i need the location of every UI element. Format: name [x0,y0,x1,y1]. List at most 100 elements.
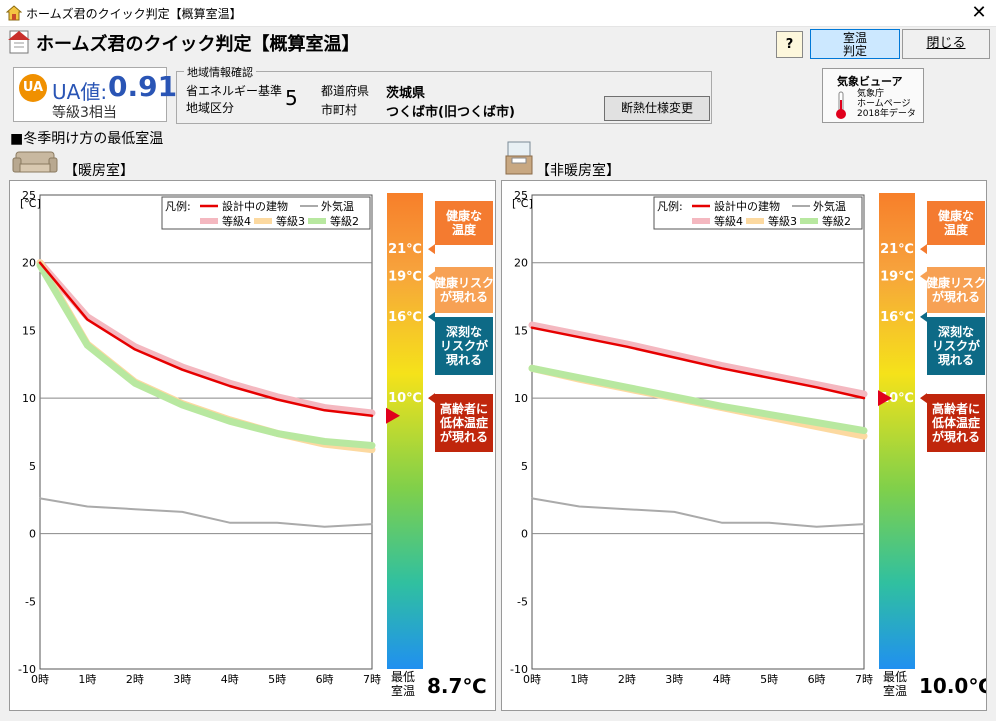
callout-text: 深刻な [938,324,974,339]
min-temp-label-line2: 室温 [391,683,415,698]
temperature-scale-bar [879,193,915,669]
legend-design-label: 設計中の建物 [222,199,288,213]
y-tick-label: -5 [25,595,36,608]
legend-g4-label: 等級4 [714,214,743,228]
scale-temp-label: 19℃ [388,269,422,284]
min-temp-label-line1: 最低 [391,670,415,684]
callout-text: 深刻な [446,324,482,339]
help-button[interactable]: ? [776,31,803,58]
callout-text: 健康リスク [926,275,986,290]
window-title: ホームズ君のクイック判定【概算室温】 [26,7,242,21]
ua-grade: 等級3相当 [52,105,117,121]
y-unit-label: [℃] [20,197,41,210]
x-tick-label: 5時 [268,673,286,686]
callout-text: 健康な [446,208,482,223]
min-temp-value: 8.7℃ [427,674,487,698]
callout-text: 低体温症 [439,415,488,430]
callout-pointer [920,244,927,255]
callout-text: 現れる [938,353,974,367]
pref-value: 茨城県 [386,86,426,101]
y-unit-label: [℃] [512,197,533,210]
min-temp-label-line1: 最低 [883,670,907,684]
heated-chart-panel: 25 20 15 10 5 0 -5 -10 [℃] 0時 1時 2時 3時 4時 5時 6時 7時 凡例: 設計中… [9,180,496,711]
weather-line2: ホームページ [857,99,911,109]
temperature-scale-bar [387,193,423,669]
y-tick-label: 5 [29,460,36,473]
x-tick-label: 7時 [363,673,381,686]
callout-serious-risk: 深刻なリスクが現れる [920,311,985,375]
chart-legend: 凡例: 設計中の建物 外気温等級4 等級3 等級2 [161,196,371,230]
callout-text: リスクが [440,338,488,353]
y-tick-label: 20 [22,257,36,270]
y-tick-label: 0 [521,528,528,541]
callout-text: 高齢者に [932,401,980,416]
callout-text: リスクが [932,338,980,353]
legend-g4-label: 等級4 [222,214,251,228]
room-temp-judge-tab[interactable]: 室温 判定 [810,29,900,59]
y-tick-label: 0 [29,528,36,541]
ua-value: 0.91 [108,70,178,103]
legend-prefix: 凡例: [657,199,683,213]
window-close-button[interactable]: ✕ [966,1,992,25]
washbasin-icon [505,141,533,175]
scale-temp-label: 21℃ [880,242,914,257]
callout-text: 高齢者に [440,401,488,416]
x-tick-label: 0時 [31,673,49,686]
callout-pointer [428,244,435,255]
legend-g2-label: 等級2 [330,214,359,228]
checklist-icon [8,30,30,54]
x-tick-label: 3時 [173,673,191,686]
weather-viewer-button[interactable]: 気象ビューア 気象庁 ホームページ 2018年データ [822,68,924,123]
unheated-chart-panel: 25 20 15 10 5 0 -5 -10 [℃] 0時 1時 2時 3時 4時 5時 6時 7時 凡例: 設計中… [501,180,987,711]
y-tick-label: 10 [22,392,36,405]
ua-value-panel: UA UA値: 0.91 等級3相当 [13,67,177,122]
scale-temp-label: 10℃ [388,391,422,406]
callout-serious-risk: 深刻なリスクが現れる [428,311,493,375]
window-titlebar: ホームズ君のクイック判定【概算室温】 ✕ [0,0,996,27]
section-label: ■冬季明け方の最低室温 [10,131,164,147]
thermometer-icon [836,91,846,119]
min-temp-value: 10.0℃ [919,674,986,698]
callout-text: 温度 [944,222,969,237]
x-tick-label: 0時 [523,673,541,686]
callout-elderly: 高齢者に低体温症が現れる [920,393,985,452]
city-value: つくば市(旧つくば市) [386,105,515,120]
callout-text: 温度 [452,222,477,237]
x-tick-label: 1時 [78,673,96,686]
ua-badge-icon: UA [19,74,47,102]
x-tick-label: 6時 [316,673,334,686]
heated-room-chart: 2520151050-5-10[℃]0時 1時 2時 3時 4時 5時 6時 7時凡例: 設計中… [18,189,494,698]
callout-text: 現れる [446,353,482,367]
callout-pointer [428,393,435,404]
plot-area [39,194,373,670]
scale-temp-label: 19℃ [880,269,914,284]
x-tick-label: 2時 [618,673,636,686]
insulation-change-button[interactable]: 断熱仕様変更 [604,96,710,121]
callout-pointer [920,393,927,404]
region-legend: 地域情報確認 [184,64,256,80]
y-tick-label: -5 [517,595,528,608]
y-tick-label: 5 [521,460,528,473]
sofa-icon [12,151,58,173]
std-label: 省エネルギー基準 [186,84,283,98]
legend-g3-label: 等級3 [768,214,797,228]
heated-room-label: 【暖房室】 [64,163,134,179]
plot-area [531,194,865,670]
weather-line3: 2018年データ [857,109,916,119]
page-title: ホームズ君のクイック判定【概算室温】 [36,34,360,55]
close-button[interactable]: 閉じる [902,29,990,59]
weather-line1: 気象庁 [857,89,885,99]
x-tick-label: 2時 [126,673,144,686]
tab-label-line2: 判定 [842,44,867,58]
x-tick-label: 5時 [760,673,778,686]
callout-healthy: 健康な温度 [428,201,493,255]
min-temp-label-line2: 室温 [883,683,907,698]
legend-g2-label: 等級2 [822,214,851,228]
callout-health-risk: 健康リスクが現れる [920,267,986,313]
callout-healthy: 健康な温度 [920,201,985,255]
legend-outdoor-label: 外気温 [321,199,354,213]
legend-design-label: 設計中の建物 [714,199,780,213]
city-label: 市町村 [321,103,358,117]
zone-label: 地域区分 [186,101,235,115]
y-tick-label: 15 [22,324,36,337]
